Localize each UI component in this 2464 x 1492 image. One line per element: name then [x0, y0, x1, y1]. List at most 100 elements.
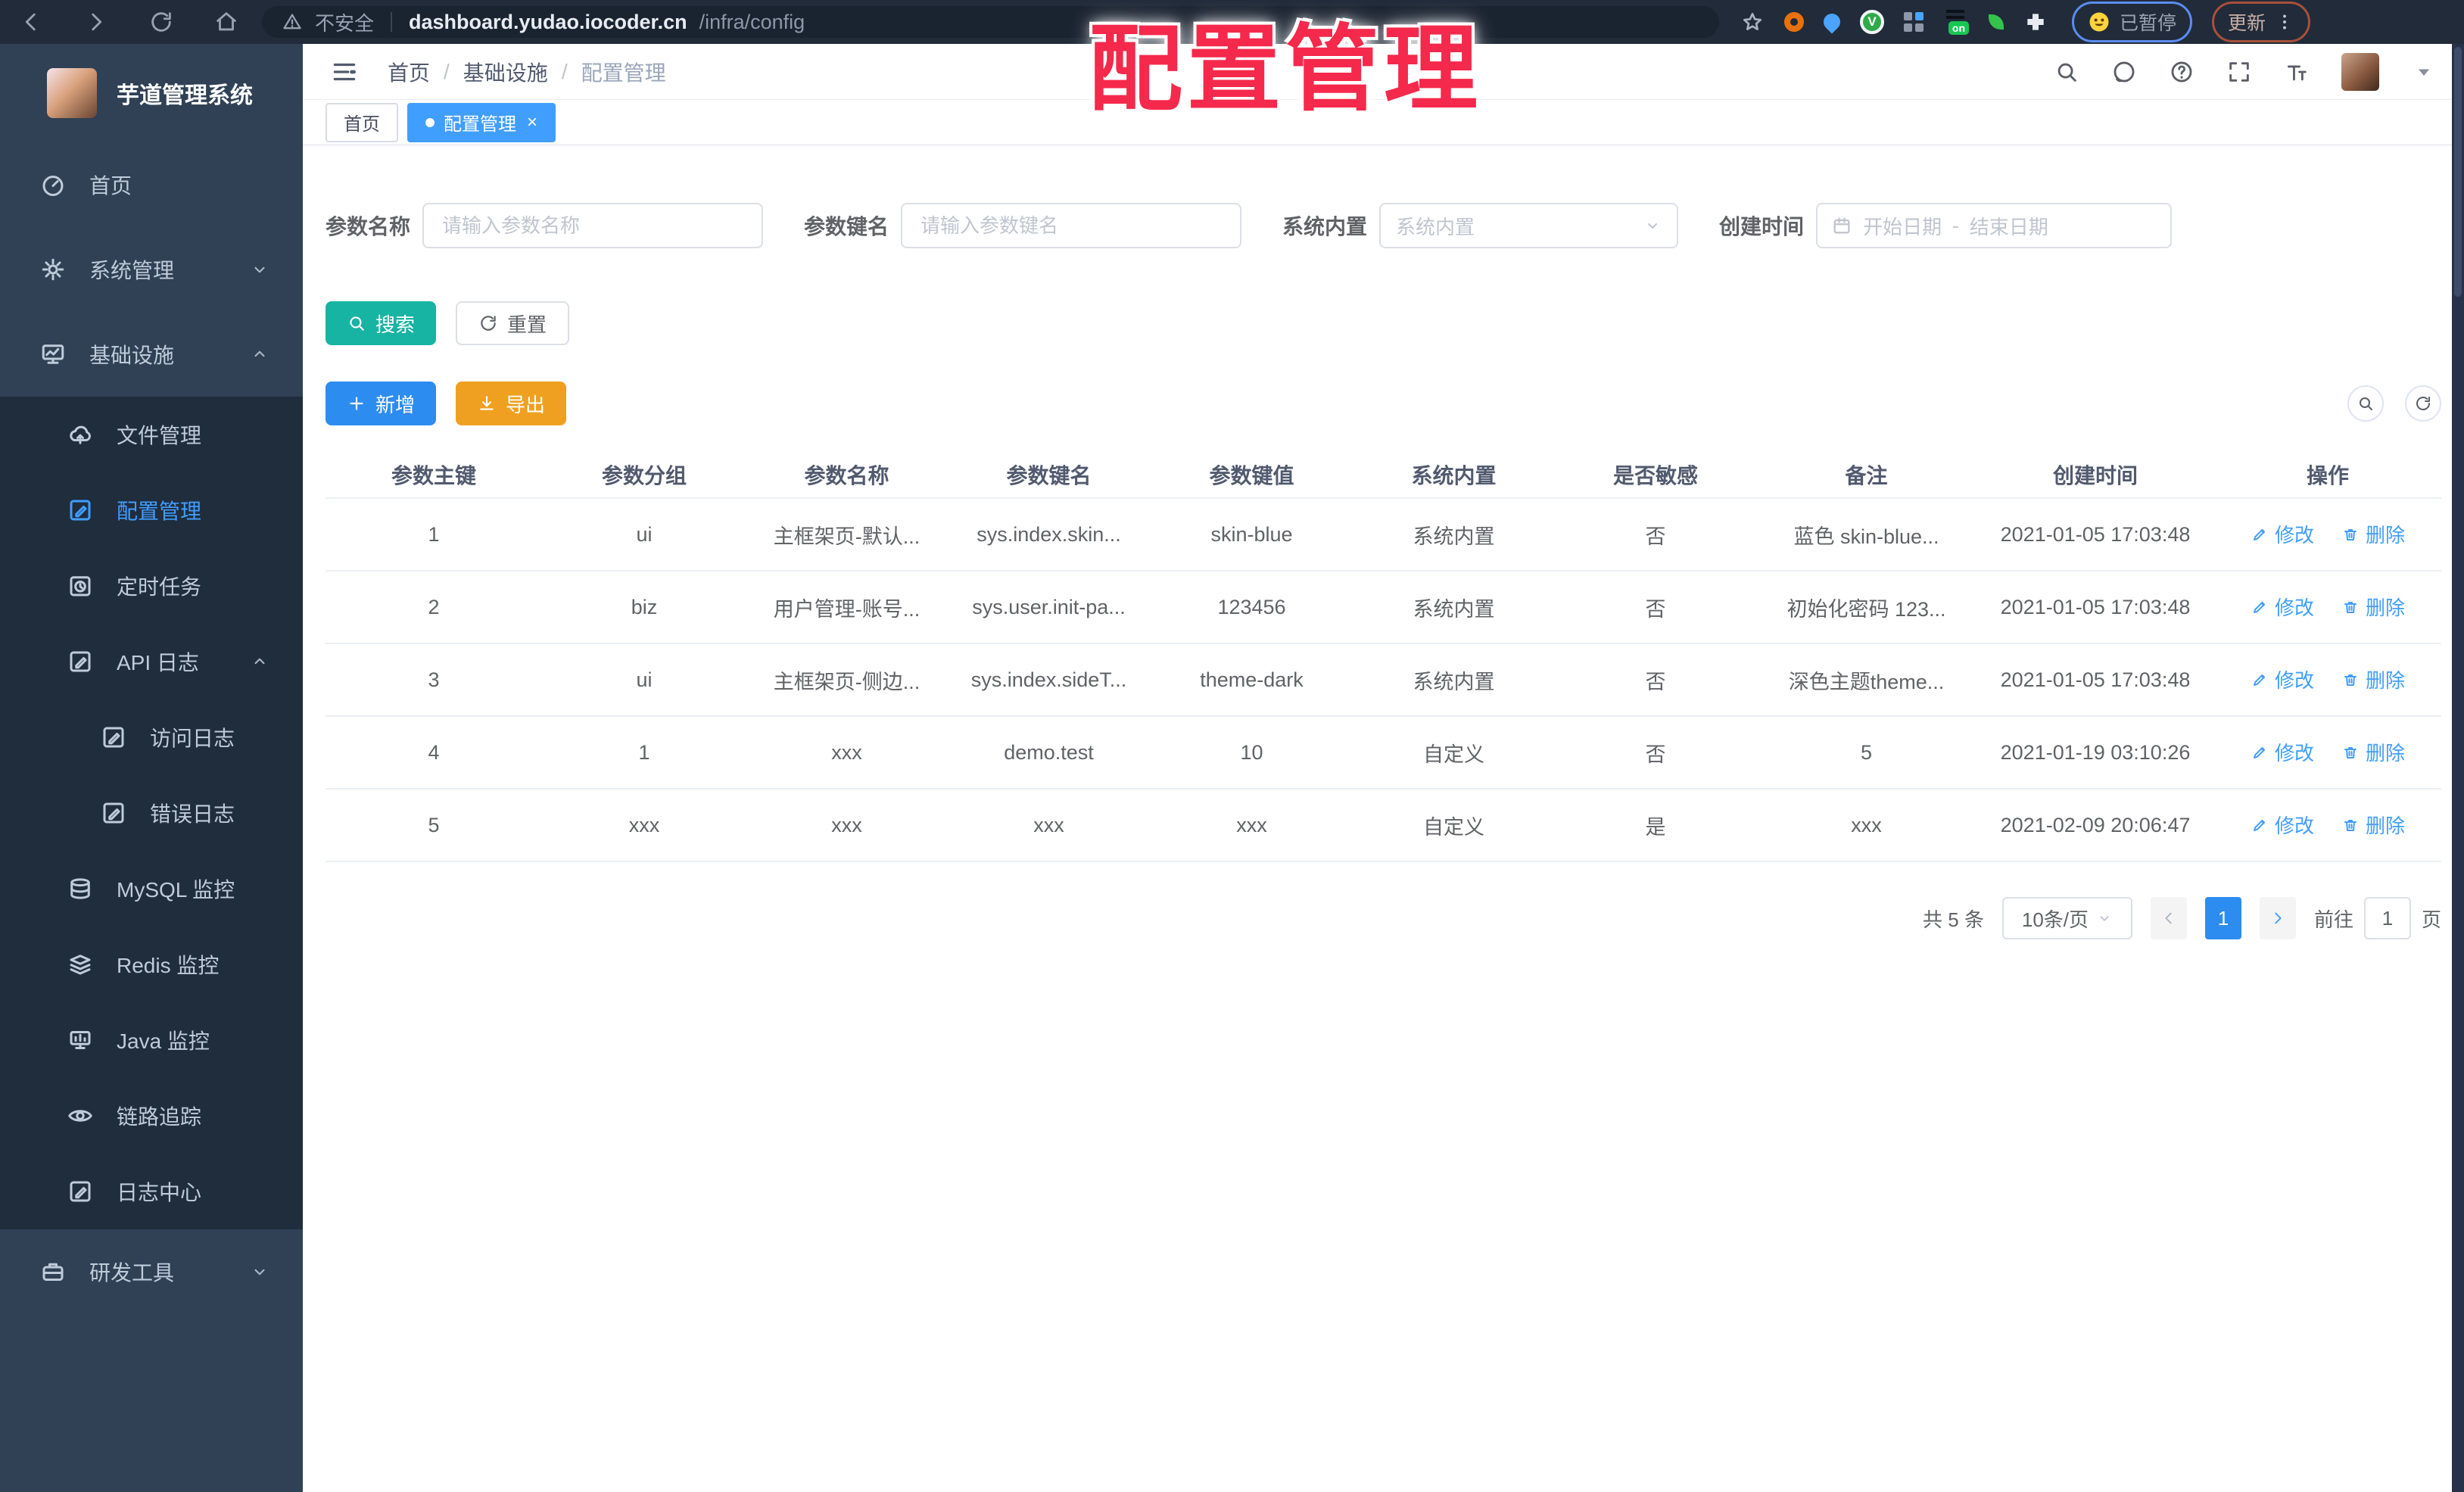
- monitor-icon: [39, 341, 67, 368]
- filter-label: 参数名称: [326, 215, 411, 238]
- sidebar-item-java-monitor[interactable]: Java 监控: [0, 1002, 303, 1078]
- goto-page-input[interactable]: [2363, 897, 2411, 939]
- caret-down-icon[interactable]: [2411, 59, 2437, 85]
- java-icon: [67, 1026, 94, 1054]
- forward-icon[interactable]: [83, 9, 109, 35]
- font-size-icon[interactable]: [2284, 59, 2310, 85]
- address-bar[interactable]: 不安全 dashboard.yudao.iocoder.cn/infra/con…: [262, 6, 1719, 38]
- reload-icon[interactable]: [148, 9, 174, 35]
- column-header: 备注: [1756, 451, 1976, 499]
- sidebar-item-label: 链路追踪: [117, 1105, 202, 1129]
- sidebar-item-mysql-monitor[interactable]: MySQL 监控: [0, 851, 303, 927]
- param-name-input[interactable]: [422, 203, 764, 248]
- sidebar-item-system[interactable]: 系统管理: [0, 227, 303, 312]
- current-page-button[interactable]: 1: [2204, 897, 2241, 939]
- trash-icon: [2341, 598, 2360, 616]
- reset-button[interactable]: 重置: [456, 301, 570, 345]
- edit-link[interactable]: 修改: [2251, 811, 2314, 839]
- delete-link[interactable]: 删除: [2341, 738, 2405, 766]
- gear-icon: [39, 256, 67, 283]
- table-cell: 用户管理-账号...: [746, 571, 947, 644]
- delete-link[interactable]: 删除: [2341, 520, 2405, 548]
- user-avatar[interactable]: [2341, 52, 2379, 91]
- sidebar-item-file-manage[interactable]: 文件管理: [0, 397, 303, 472]
- extension-v-icon[interactable]: V: [1860, 10, 1884, 34]
- github-icon[interactable]: [2111, 59, 2137, 85]
- on-badge: on: [1948, 21, 1969, 35]
- page-scrollbar[interactable]: [2452, 44, 2464, 1492]
- edit-link[interactable]: 修改: [2251, 738, 2314, 766]
- table-cell: 5: [1756, 716, 1976, 790]
- builtin-select[interactable]: 系统内置: [1379, 203, 1679, 248]
- sidebar-item-error-log[interactable]: 错误日志: [0, 775, 303, 851]
- extension-orange-icon[interactable]: [1784, 12, 1804, 32]
- table-cell-actions: 修改 删除: [2214, 643, 2441, 717]
- security-label: 不安全: [315, 11, 375, 35]
- url-divider: [391, 12, 393, 32]
- breadcrumb-separator: /: [561, 59, 568, 83]
- edit-link[interactable]: 修改: [2251, 665, 2314, 693]
- browser-menu-icon[interactable]: [2275, 12, 2294, 32]
- extension-on-icon[interactable]: on: [1943, 9, 1969, 35]
- bookmark-star-icon[interactable]: [1740, 10, 1765, 34]
- edit-link[interactable]: 修改: [2251, 520, 2314, 548]
- fullscreen-icon[interactable]: [2226, 59, 2252, 85]
- table-cell: 否: [1555, 643, 1756, 717]
- tab-home[interactable]: 首页: [326, 102, 398, 142]
- table-cell: 2021-01-05 17:03:48: [1976, 643, 2214, 717]
- delete-link[interactable]: 删除: [2341, 593, 2405, 621]
- home-icon[interactable]: [213, 9, 239, 35]
- sidebar-item-config-manage[interactable]: 配置管理: [0, 472, 303, 548]
- param-key-input[interactable]: [901, 203, 1242, 248]
- column-header: 系统内置: [1353, 451, 1555, 499]
- sidebar-item-tracing[interactable]: 链路追踪: [0, 1078, 303, 1154]
- page-size-select[interactable]: 10条/页: [2001, 897, 2132, 939]
- export-button[interactable]: 导出: [456, 382, 567, 425]
- extensions-puzzle-icon[interactable]: [2023, 10, 2048, 34]
- pencil-icon: [2251, 598, 2269, 616]
- add-button[interactable]: 新增: [326, 382, 437, 425]
- help-icon[interactable]: [2169, 59, 2195, 85]
- column-header: 参数主键: [326, 451, 542, 499]
- edit-label: 修改: [2274, 742, 2314, 765]
- sidebar-item-label: MySQL 监控: [117, 878, 235, 902]
- sidebar-item-log-center[interactable]: 日志中心: [0, 1154, 303, 1229]
- back-icon[interactable]: [18, 9, 44, 35]
- prev-page-button[interactable]: [2150, 897, 2187, 939]
- sidebar-item-api-log[interactable]: API 日志: [0, 624, 303, 699]
- breadcrumb-infra[interactable]: 基础设施: [463, 57, 548, 87]
- close-icon[interactable]: ×: [527, 113, 537, 132]
- end-date-placeholder: 结束日期: [1969, 215, 2048, 238]
- scrollbar-thumb[interactable]: [2454, 47, 2462, 297]
- refresh-table-button[interactable]: [2405, 385, 2441, 422]
- extension-grid-icon[interactable]: [1904, 12, 1924, 32]
- sidebar-item-redis-monitor[interactable]: Redis 监控: [0, 927, 303, 1002]
- sidebar-item-infra[interactable]: 基础设施: [0, 312, 303, 397]
- delete-link[interactable]: 删除: [2341, 811, 2405, 839]
- edit-link[interactable]: 修改: [2251, 593, 2314, 621]
- extension-pin-icon[interactable]: [1820, 10, 1844, 34]
- sidebar-item-scheduled-jobs[interactable]: 定时任务: [0, 548, 303, 624]
- profile-paused-chip[interactable]: 已暂停: [2072, 2, 2193, 42]
- sidebar-item-dev-tools[interactable]: 研发工具: [0, 1229, 303, 1314]
- delete-link[interactable]: 删除: [2341, 665, 2405, 693]
- table-cell: 系统内置: [1353, 571, 1555, 644]
- sidebar-fold-icon[interactable]: [330, 58, 359, 86]
- sidebar-item-access-log[interactable]: 访问日志: [0, 699, 303, 775]
- browser-update-button[interactable]: 更新: [2212, 2, 2311, 42]
- search-icon[interactable]: [2054, 59, 2079, 85]
- paused-label: 已暂停: [2120, 13, 2177, 34]
- tab-config-manage[interactable]: 配置管理 ×: [407, 102, 556, 142]
- toggle-search-button[interactable]: [2347, 385, 2384, 422]
- breadcrumb-home[interactable]: 首页: [388, 57, 430, 87]
- sidebar-logo[interactable]: 芋道管理系统: [0, 44, 303, 142]
- date-range-picker[interactable]: 开始日期 - 结束日期: [1816, 203, 2173, 248]
- extension-leaf-icon[interactable]: [1989, 14, 2004, 30]
- sidebar-item-label: 基础设施: [89, 344, 175, 367]
- next-page-button[interactable]: [2259, 897, 2296, 939]
- total-count: 共 5 条: [1923, 908, 1984, 931]
- search-button[interactable]: 搜索: [326, 301, 437, 345]
- table-cell: 2021-01-05 17:03:48: [1976, 571, 2214, 644]
- sidebar-item-home[interactable]: 首页: [0, 142, 303, 227]
- page-content: 参数名称 参数键名 系统内置 系统内置 创建时间: [303, 203, 2464, 939]
